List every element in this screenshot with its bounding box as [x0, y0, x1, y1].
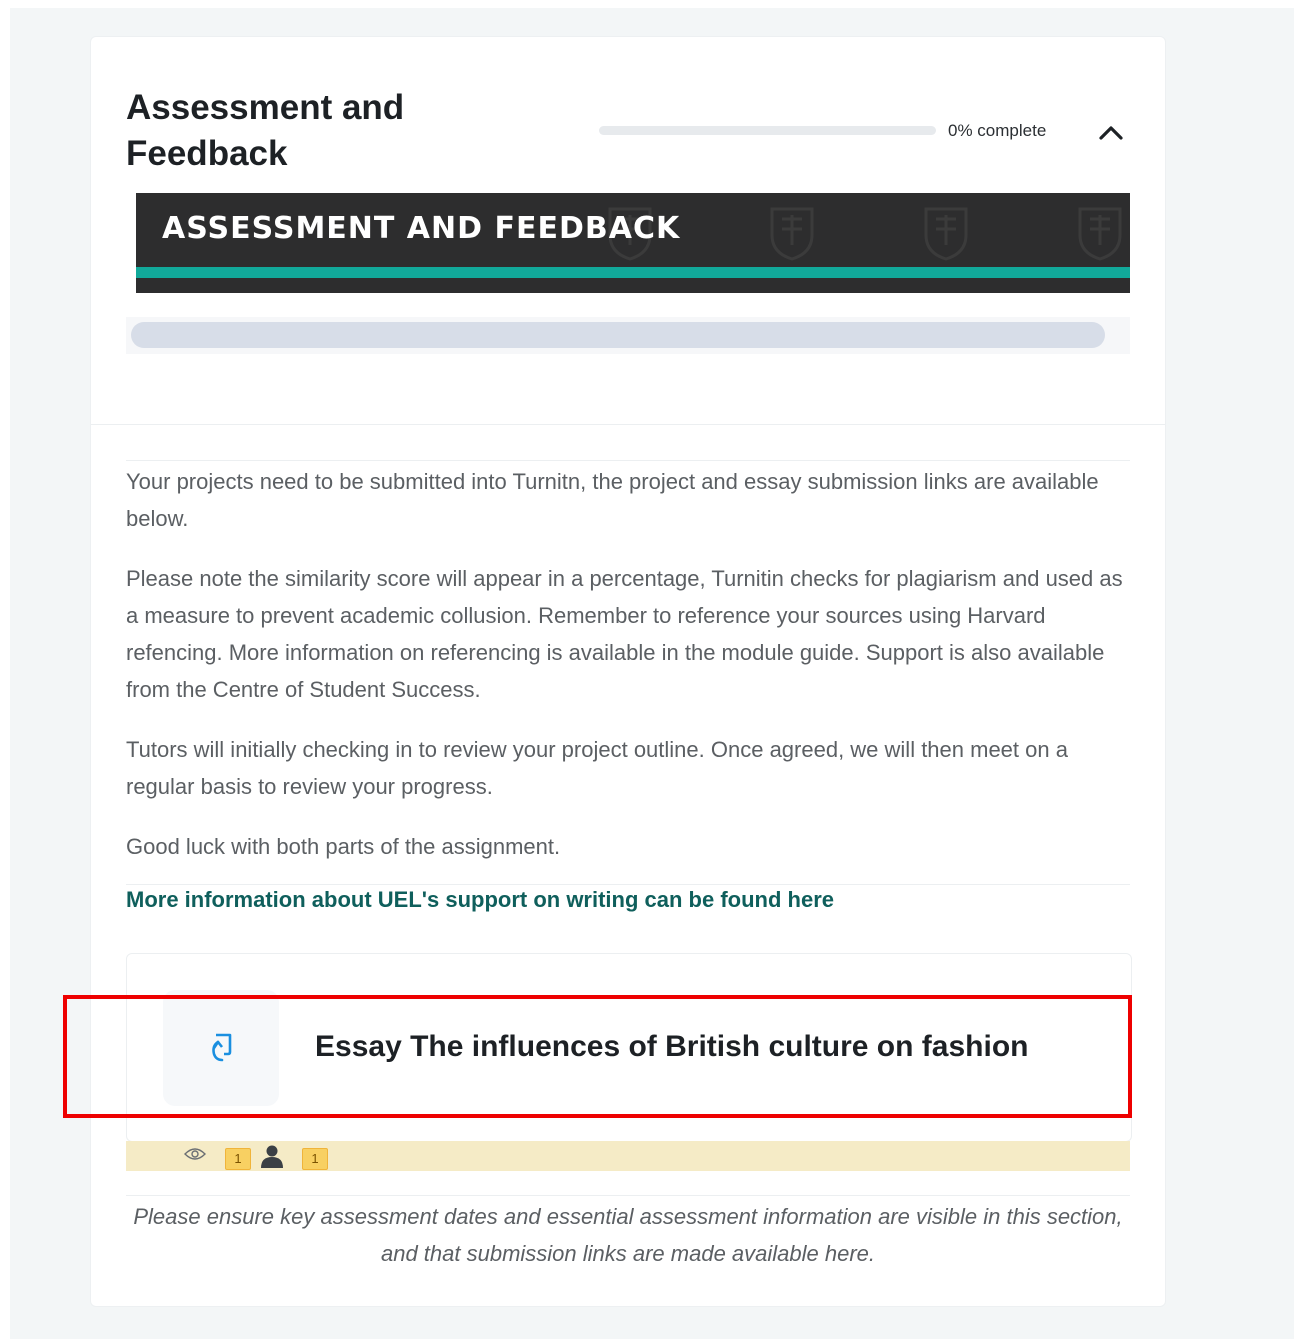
chevron-up-icon — [1099, 126, 1123, 140]
section-divider — [91, 424, 1165, 425]
section-title: Assessment and Feedback — [126, 88, 405, 173]
activity-card: Essay The influences of British culture … — [126, 953, 1132, 1142]
summary-paragraph: Good luck with both parts of the assignm… — [126, 834, 561, 859]
activity-footer: 1 1 — [126, 1141, 1130, 1171]
collapse-section-button[interactable] — [1096, 117, 1126, 147]
eye-icon — [184, 1148, 206, 1160]
summary-paragraph: Please note the similarity score will ap… — [126, 566, 1123, 702]
loading-placeholder — [126, 317, 1130, 354]
crest-icon — [924, 207, 968, 261]
users-count-badge: 1 — [302, 1148, 328, 1170]
turnitin-assignment-icon — [212, 1033, 232, 1062]
summary-paragraph: Tutors will initially checking in to rev… — [126, 737, 1068, 799]
section-note: Please ensure key assessment dates and e… — [126, 1195, 1130, 1272]
banner-title: ASSESSMENT AND FEEDBACK — [162, 211, 681, 246]
section-banner-image: ASSESSMENT AND FEEDBACK — [136, 193, 1130, 293]
user-icon — [261, 1145, 283, 1168]
activity-link[interactable]: Essay The influences of British culture … — [315, 1030, 1028, 1064]
progress-bar — [599, 126, 936, 135]
crest-icon — [770, 207, 814, 261]
section-summary: Your projects need to be submitted into … — [126, 460, 1130, 915]
views-count-badge: 1 — [225, 1148, 251, 1170]
course-section-card: Assessment and Feedback 0% complete ASSE… — [63, 36, 1166, 1307]
progress-label: 0% complete — [948, 121, 1047, 140]
writing-support-link[interactable]: More information about UEL's support on … — [126, 885, 834, 915]
crest-icon — [1078, 207, 1122, 261]
banner-stripe — [136, 267, 1130, 278]
info-link-row: More information about UEL's support on … — [126, 884, 1130, 915]
summary-paragraph: Your projects need to be submitted into … — [126, 469, 1099, 531]
loading-placeholder-bar — [131, 322, 1105, 348]
activity-icon-box — [163, 990, 279, 1106]
